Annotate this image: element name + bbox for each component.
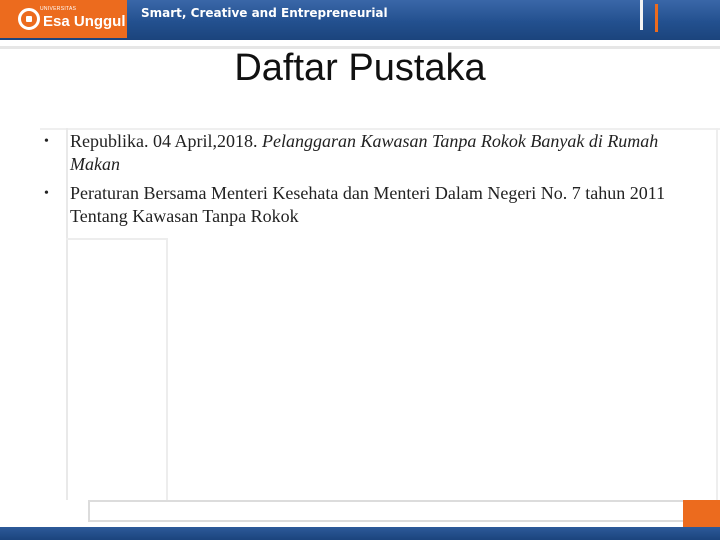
reference-plain-text: Peraturan Bersama Menteri Kesehata dan M… — [70, 183, 666, 226]
header-accent-line — [655, 4, 658, 32]
frame-line-vertical-inner — [166, 240, 168, 500]
list-item: • Peraturan Bersama Menteri Kesehata dan… — [40, 182, 680, 228]
frame-line-horizontal-inner — [66, 238, 168, 240]
logo-small-text: UNIVERSITAS — [40, 6, 77, 12]
bottom-bar — [0, 527, 720, 540]
header-tagline: Smart, Creative and Entrepreneurial — [141, 6, 388, 20]
reference-plain-text: Republika. 04 April,2018. — [70, 131, 262, 151]
reference-list: • Republika. 04 April,2018. Pelanggaran … — [40, 130, 680, 234]
logo-box: UNIVERSITAS Esa Unggul — [0, 0, 127, 38]
logo-icon — [18, 8, 40, 30]
list-item: • Republika. 04 April,2018. Pelanggaran … — [40, 130, 680, 176]
header-bar: UNIVERSITAS Esa Unggul Smart, Creative a… — [0, 0, 720, 40]
bullet-icon: • — [44, 186, 49, 201]
frame-line-right — [716, 128, 718, 500]
bottom-accent — [683, 500, 720, 528]
bottom-frame — [88, 500, 684, 522]
frame-line-top-right — [640, 0, 643, 30]
bullet-icon: • — [44, 134, 49, 149]
slide: UNIVERSITAS Esa Unggul Smart, Creative a… — [0, 0, 720, 540]
logo-text: Esa Unggul — [43, 12, 126, 30]
page-title: Daftar Pustaka — [234, 47, 486, 89]
